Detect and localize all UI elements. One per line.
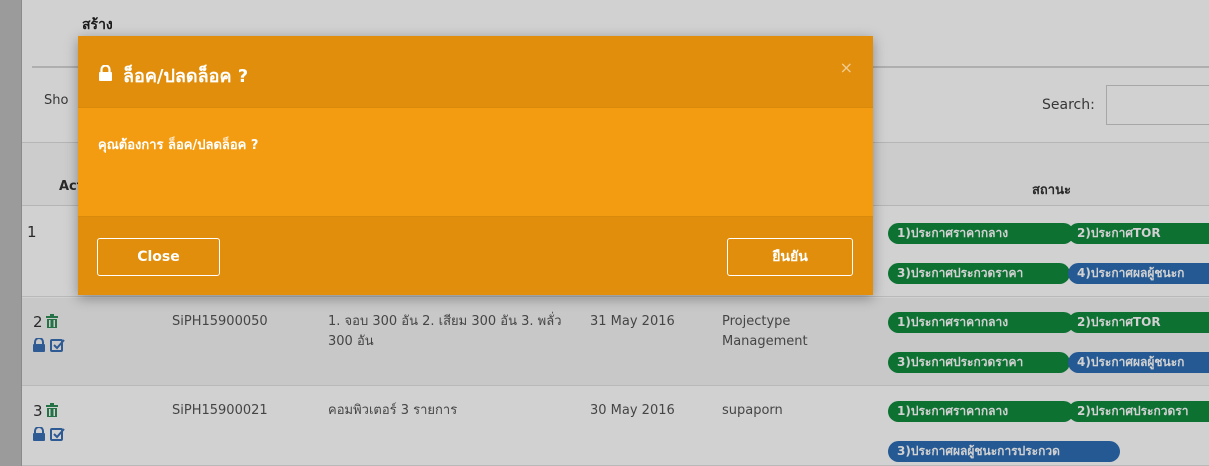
modal-footer: Close ยืนยัน — [78, 216, 873, 295]
modal-title: ล็อค/ปลดล็อค ? — [98, 61, 248, 90]
modal-header: ล็อค/ปลดล็อค ? × — [78, 36, 873, 108]
modal-title-text: ล็อค/ปลดล็อค ? — [123, 66, 249, 87]
close-icon[interactable]: × — [840, 58, 853, 77]
confirm-button[interactable]: ยืนยัน — [727, 238, 853, 276]
lock-icon — [98, 64, 113, 86]
modal-body: คุณต้องการ ล็อค/ปลดล็อค ? — [78, 108, 873, 216]
close-button[interactable]: Close — [97, 238, 220, 276]
lock-unlock-modal: ล็อค/ปลดล็อค ? × คุณต้องการ ล็อค/ปลดล็อค… — [78, 36, 873, 295]
modal-message: คุณต้องการ ล็อค/ปลดล็อค ? — [98, 138, 259, 153]
